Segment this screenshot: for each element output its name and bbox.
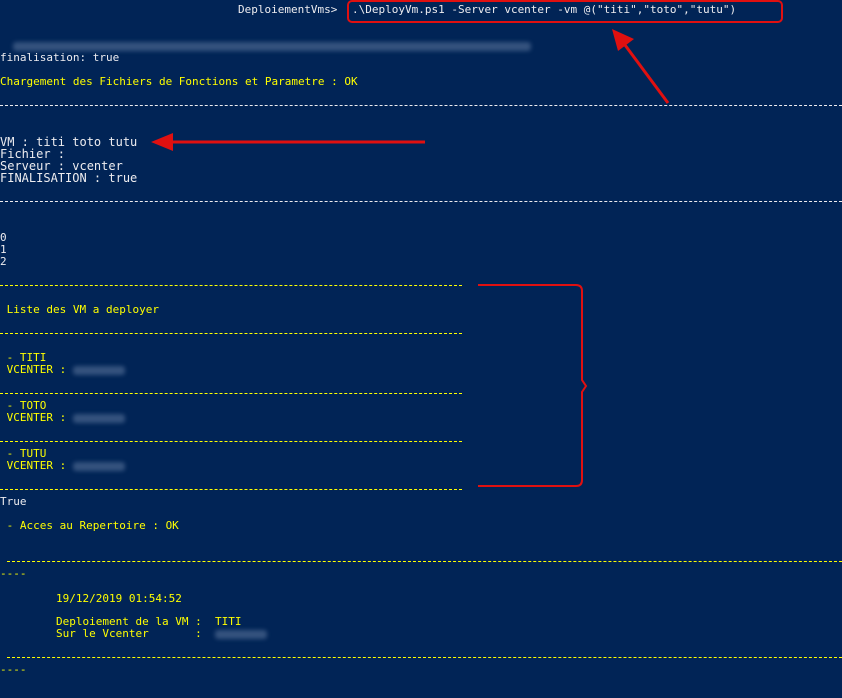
- true-line: True: [0, 495, 27, 508]
- vm-entry-titi-vcenter: VCENTER :: [0, 364, 125, 376]
- prompt-path: DeploiementVms>: [238, 3, 344, 16]
- liste-header: Liste des VM a deployer: [0, 303, 159, 316]
- vm-entry-tutu-vcenter: VCENTER :: [0, 460, 125, 472]
- arrow-to-vm-line: [151, 133, 425, 151]
- dash-tail-1: ----: [0, 567, 27, 580]
- separator-liste-bottom: [0, 333, 462, 334]
- separator-3: [7, 561, 842, 562]
- list-bracket-annotation: [478, 284, 588, 487]
- separator-vm-3: [0, 489, 462, 490]
- timestamp: 19/12/2019 01:54:52: [56, 592, 182, 605]
- sur-vcenter-line: Sur le Vcenter :: [56, 628, 267, 640]
- blurred-line: [0, 28, 532, 51]
- command-highlight-box: [347, 0, 783, 23]
- finalisation-upper-line: FINALISATION : true: [0, 171, 138, 185]
- separator-vm-1: [0, 393, 462, 394]
- separator-2: [0, 201, 842, 202]
- separator-4: [7, 657, 842, 658]
- separator-liste-top: [0, 285, 462, 286]
- acces-line: - Acces au Repertoire : OK: [0, 519, 179, 532]
- vm-entry-toto-vcenter: VCENTER :: [0, 412, 125, 424]
- dash-tail-2: ----: [0, 663, 27, 676]
- separator-vm-2: [0, 441, 462, 442]
- finalisation-line: finalisation: true: [0, 51, 120, 64]
- index-2: 2: [0, 255, 7, 268]
- arrow-to-command: [612, 29, 670, 104]
- chargement-line: Chargement des Fichiers de Fonctions et …: [0, 75, 358, 88]
- separator-1: [0, 105, 842, 106]
